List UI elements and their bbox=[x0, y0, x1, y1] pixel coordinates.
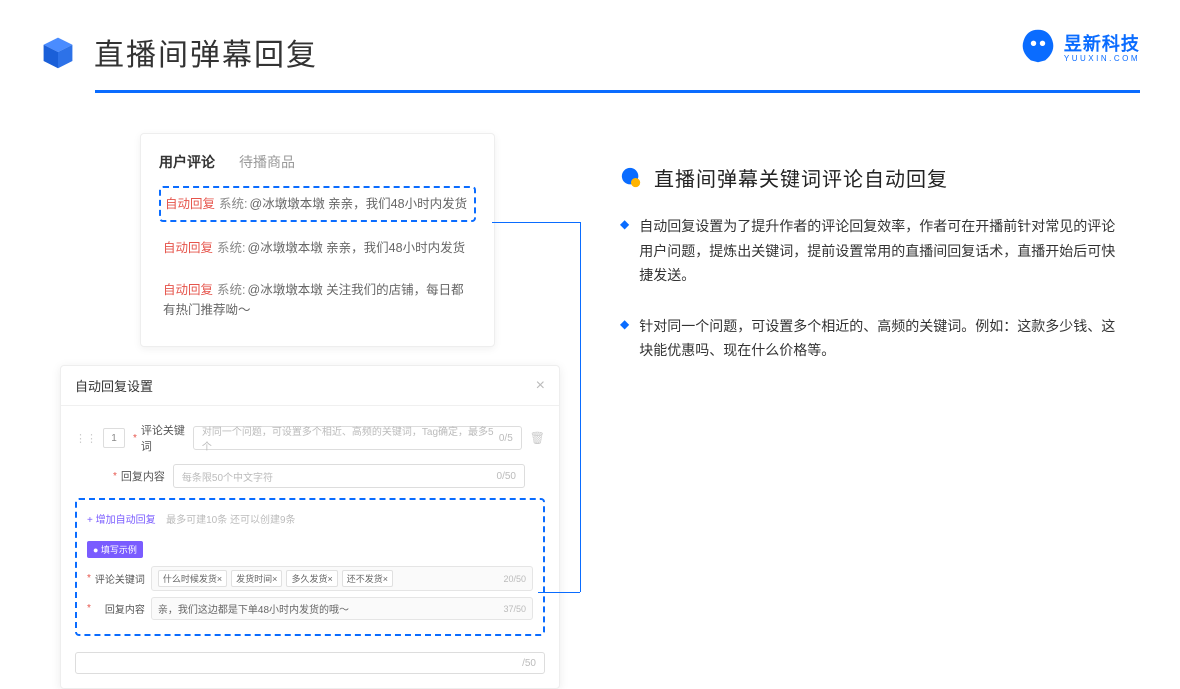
brand-logo: 昱新科技 YUUXIN.COM bbox=[1020, 28, 1140, 64]
settings-title: 自动回复设置 bbox=[75, 376, 153, 395]
example-tag: 什么时候发货× bbox=[158, 570, 227, 587]
section-title: 直播间弹幕关键词评论自动回复 bbox=[654, 163, 948, 192]
brand-name-cn: 昱新科技 bbox=[1064, 30, 1140, 56]
comment-text: @冰墩墩本墩 亲亲，我们48小时内发货 bbox=[248, 241, 466, 255]
example-content-text: 亲，我们这边都是下单48小时内发货的哦～ bbox=[158, 601, 349, 616]
example-kw-count: 20/50 bbox=[503, 574, 526, 584]
auto-reply-tag: 自动回复 bbox=[163, 241, 213, 255]
content-row: * 回复内容 每条限50个中文字符 0/50 bbox=[75, 464, 545, 488]
keyword-row: ⋮⋮ 1 * 评论关键词 对同一个问题，可设置多个相近、高频的关键词，Tag确定… bbox=[75, 422, 545, 454]
example-content-row: * 回复内容 亲，我们这边都是下单48小时内发货的哦～ 37/50 bbox=[87, 597, 533, 620]
bullet-text: 针对同一个问题，可设置多个相近的、高频的关键词。例如：这款多少钱、这块能优惠吗、… bbox=[639, 314, 1120, 363]
comment-row-highlighted: 自动回复系统:@冰墩墩本墩 亲亲，我们48小时内发货 bbox=[159, 186, 476, 222]
auto-reply-tag: 自动回复 bbox=[165, 197, 215, 211]
content-count: 0/50 bbox=[497, 471, 516, 482]
comment-row: 自动回复系统:@冰墩墩本墩 亲亲，我们48小时内发货 bbox=[159, 232, 476, 264]
example-content-input[interactable]: 亲，我们这边都是下单48小时内发货的哦～ 37/50 bbox=[151, 597, 533, 620]
system-tag: 系统: bbox=[219, 197, 247, 211]
settings-header: 自动回复设置 × bbox=[61, 366, 559, 406]
content-input[interactable]: 每条限50个中文字符 0/50 bbox=[173, 464, 525, 488]
screenshot-column: 用户评论 待播商品 自动回复系统:@冰墩墩本墩 亲亲，我们48小时内发货 自动回… bbox=[60, 133, 580, 689]
required-star: * bbox=[87, 573, 91, 584]
row-number: 1 bbox=[103, 428, 125, 448]
page-header: 直播间弹幕回复 昱新科技 YUUXIN.COM bbox=[0, 0, 1180, 74]
required-star: * bbox=[133, 433, 137, 444]
comments-tabs: 用户评论 待播商品 bbox=[159, 152, 476, 172]
section-header: 直播间弹幕关键词评论自动回复 bbox=[620, 163, 1140, 192]
bottom-count: /50 bbox=[522, 658, 536, 669]
required-star: * bbox=[87, 603, 91, 614]
delete-icon[interactable]: 🗑 bbox=[530, 431, 545, 445]
connector-line bbox=[580, 222, 581, 592]
example-content-count: 37/50 bbox=[503, 604, 526, 614]
example-tag: 还不发货× bbox=[342, 570, 393, 587]
connector-line bbox=[538, 592, 580, 593]
example-content-label: 回复内容 bbox=[95, 601, 145, 616]
keyword-count: 0/5 bbox=[499, 433, 513, 444]
bottom-input[interactable]: /50 bbox=[75, 652, 545, 674]
bubble-icon bbox=[620, 167, 642, 189]
comments-panel: 用户评论 待播商品 自动回复系统:@冰墩墩本墩 亲亲，我们48小时内发货 自动回… bbox=[140, 133, 495, 347]
diamond-icon: ◆ bbox=[620, 217, 629, 288]
example-tag-input[interactable]: 什么时候发货× 发货时间× 多久发货× 还不发货× 20/50 bbox=[151, 566, 533, 591]
tab-user-comments[interactable]: 用户评论 bbox=[159, 152, 215, 172]
example-tag: 多久发货× bbox=[286, 570, 337, 587]
example-box: + 增加自动回复 最多可建10条 还可以创建9条 ● 填写示例 * 评论关键词 … bbox=[75, 498, 545, 636]
example-keyword-row: * 评论关键词 什么时候发货× 发货时间× 多久发货× 还不发货× 20/50 bbox=[87, 566, 533, 591]
page-title: 直播间弹幕回复 bbox=[94, 30, 318, 74]
example-badge: ● 填写示例 bbox=[87, 541, 143, 558]
example-tag: 发货时间× bbox=[231, 570, 282, 587]
brand-name-en: YUUXIN.COM bbox=[1064, 54, 1140, 63]
bullet-item: ◆ 针对同一个问题，可设置多个相近的、高频的关键词。例如：这款多少钱、这块能优惠… bbox=[620, 314, 1140, 363]
diamond-icon: ◆ bbox=[620, 317, 629, 363]
content-placeholder: 每条限50个中文字符 bbox=[182, 469, 273, 484]
keyword-label: 评论关键词 bbox=[141, 422, 193, 454]
required-star: * bbox=[113, 471, 117, 482]
brand-icon bbox=[1020, 28, 1056, 64]
example-kw-label: 评论关键词 bbox=[95, 571, 145, 586]
add-hint: 最多可建10条 还可以创建9条 bbox=[166, 515, 295, 526]
cube-icon bbox=[40, 34, 76, 70]
tab-pending-products[interactable]: 待播商品 bbox=[239, 152, 295, 172]
auto-reply-tag: 自动回复 bbox=[163, 283, 213, 297]
system-tag: 系统: bbox=[217, 283, 245, 297]
connector-line bbox=[492, 222, 580, 223]
bullet-item: ◆ 自动回复设置为了提升作者的评论回复效率，作者可在开播前针对常见的评论用户问题… bbox=[620, 214, 1140, 288]
comment-text: @冰墩墩本墩 亲亲，我们48小时内发货 bbox=[250, 197, 468, 211]
content-label: 回复内容 bbox=[121, 468, 173, 484]
add-auto-reply-link[interactable]: + 增加自动回复 bbox=[87, 511, 156, 526]
close-icon[interactable]: × bbox=[536, 377, 545, 395]
bullet-text: 自动回复设置为了提升作者的评论回复效率，作者可在开播前针对常见的评论用户问题，提… bbox=[639, 214, 1120, 288]
auto-reply-settings-panel: 自动回复设置 × ⋮⋮ 1 * 评论关键词 对同一个问题，可设置多个相近、高频的… bbox=[60, 365, 560, 689]
comment-row: 自动回复系统:@冰墩墩本墩 关注我们的店铺，每日都有热门推荐呦～ bbox=[159, 274, 476, 326]
keyword-placeholder: 对同一个问题，可设置多个相近、高频的关键词，Tag确定，最多5个 bbox=[202, 423, 499, 453]
keyword-input[interactable]: 对同一个问题，可设置多个相近、高频的关键词，Tag确定，最多5个 0/5 bbox=[193, 426, 522, 450]
system-tag: 系统: bbox=[217, 241, 245, 255]
explanation-column: 直播间弹幕关键词评论自动回复 ◆ 自动回复设置为了提升作者的评论回复效率，作者可… bbox=[580, 133, 1140, 689]
